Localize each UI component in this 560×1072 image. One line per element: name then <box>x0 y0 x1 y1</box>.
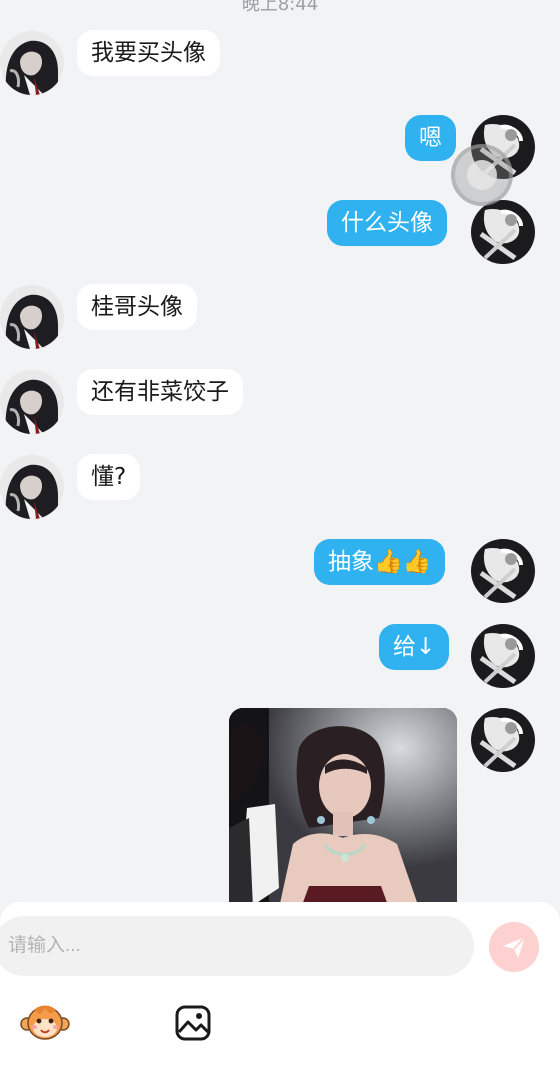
message-bubble-outgoing[interactable]: 给↓ <box>379 624 450 670</box>
message-bubble-incoming[interactable]: 我要买头像 <box>77 30 220 76</box>
my-avatar[interactable] <box>471 539 535 603</box>
contact-avatar[interactable] <box>0 370 64 434</box>
message-bubble-incoming[interactable]: 懂? <box>77 454 141 500</box>
message-bubble-outgoing[interactable]: 什么头像 <box>327 200 447 246</box>
contact-avatar[interactable] <box>0 455 64 519</box>
contact-avatar[interactable] <box>0 285 64 349</box>
message-input-bar <box>0 902 560 1072</box>
my-avatar[interactable] <box>471 200 535 264</box>
floating-button-dot-icon <box>467 160 497 190</box>
chat-screen: 晚上8:44 我要买头像 嗯 什么头像 桂哥头像 还有非菜饺子 懂? 抽象👍👍 … <box>0 0 560 1072</box>
message-bubble-incoming[interactable]: 还有非菜饺子 <box>77 369 243 415</box>
image-icon <box>175 1005 211 1041</box>
message-bubble-outgoing[interactable]: 嗯 <box>405 115 456 161</box>
contact-avatar[interactable] <box>0 31 64 95</box>
monkey-emoji-icon <box>20 1005 70 1040</box>
send-icon <box>503 936 526 958</box>
floating-assistive-button[interactable] <box>451 144 513 206</box>
message-bubble-incoming[interactable]: 桂哥头像 <box>77 284 197 330</box>
message-bubble-outgoing[interactable]: 抽象👍👍 <box>314 539 446 585</box>
message-input[interactable] <box>0 916 474 976</box>
my-avatar[interactable] <box>471 624 535 688</box>
image-message[interactable] <box>229 708 457 908</box>
emoji-button[interactable] <box>20 1002 70 1044</box>
send-button[interactable] <box>489 922 539 972</box>
my-avatar[interactable] <box>471 708 535 772</box>
status-time: 晚上8:44 <box>241 0 319 15</box>
image-button[interactable] <box>174 1004 212 1042</box>
